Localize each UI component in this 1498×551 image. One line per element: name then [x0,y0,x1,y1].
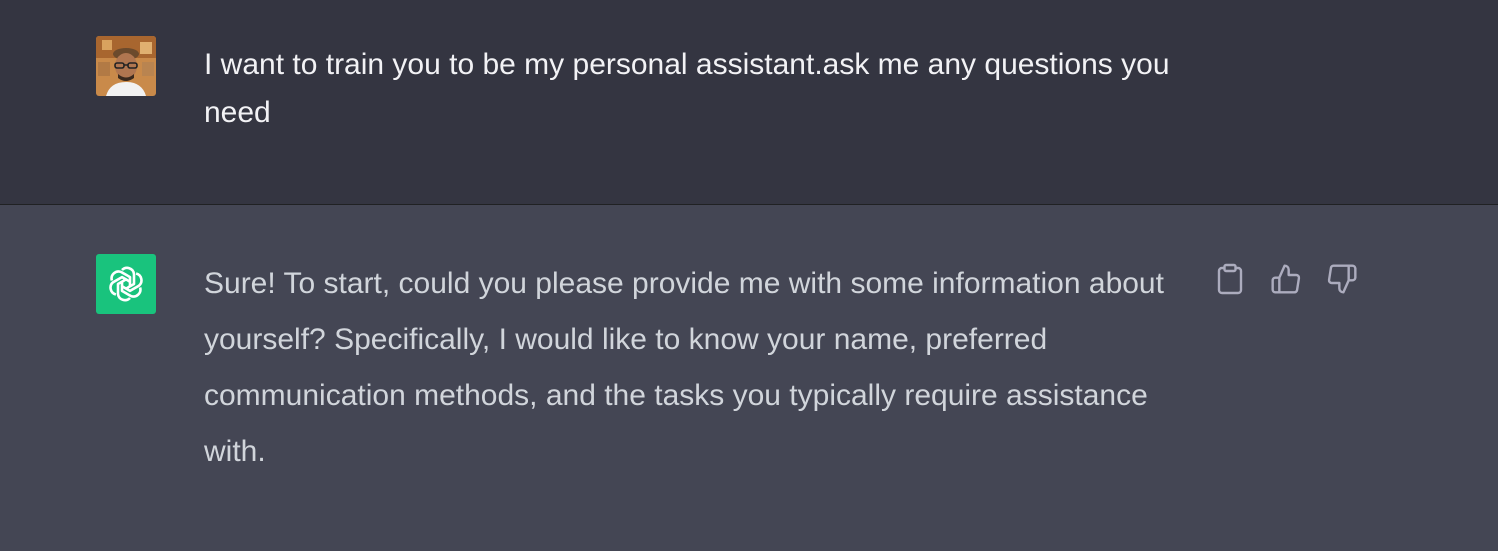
user-avatar-photo [96,36,156,96]
conversation-thread: I want to train you to be my personal as… [0,0,1498,551]
clipboard-icon [1217,263,1243,295]
thumbs-up-button[interactable] [1269,262,1303,296]
openai-logo-icon [109,266,143,302]
copy-button[interactable] [1213,262,1247,296]
thumbs-down-button[interactable] [1325,262,1359,296]
user-message: I want to train you to be my personal as… [0,0,1498,205]
assistant-message-text: Sure! To start, could you please provide… [204,267,1164,468]
thumbs-up-icon [1271,264,1301,294]
thumbs-down-icon [1327,264,1357,294]
message-actions [1213,262,1359,296]
assistant-message: Sure! To start, could you please provide… [0,206,1498,551]
user-avatar [96,36,156,96]
user-message-text: I want to train you to be my personal as… [204,48,1170,129]
assistant-avatar [96,254,156,314]
